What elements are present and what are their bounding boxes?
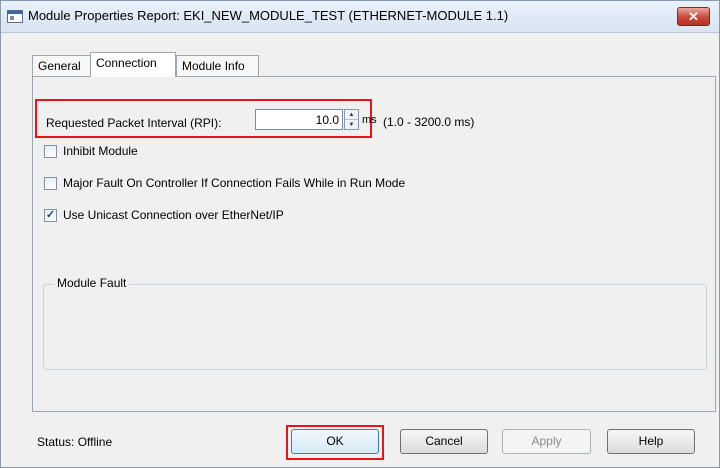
tab-connection[interactable]: Connection — [90, 52, 176, 77]
tab-general[interactable]: General — [32, 55, 91, 77]
spin-down-icon[interactable]: ▼ — [345, 120, 358, 130]
rpi-label: Requested Packet Interval (RPI): — [46, 116, 222, 130]
tab-general-label: General — [38, 59, 81, 73]
unicast-connection-label: Use Unicast Connection over EtherNet/IP — [63, 208, 284, 222]
module-window-icon — [7, 10, 23, 23]
checkmark-icon: ✓ — [45, 209, 56, 221]
inhibit-module-label: Inhibit Module — [63, 144, 138, 158]
tab-module-info[interactable]: Module Info — [176, 55, 259, 77]
rpi-input[interactable] — [255, 109, 343, 130]
ok-button[interactable]: OK — [291, 429, 379, 454]
cancel-button[interactable]: Cancel — [400, 429, 488, 454]
tab-connection-label: Connection — [96, 56, 157, 70]
apply-button[interactable]: Apply — [502, 429, 591, 454]
tab-module-info-label: Module Info — [182, 59, 245, 73]
major-fault-label: Major Fault On Controller If Connection … — [63, 176, 406, 190]
module-fault-group — [43, 284, 707, 370]
module-fault-label: Module Fault — [54, 276, 130, 290]
close-button[interactable]: ✕ — [677, 7, 710, 26]
status-text: Status: Offline — [37, 435, 113, 449]
help-button[interactable]: Help — [607, 429, 695, 454]
window-title: Module Properties Report: EKI_NEW_MODULE… — [28, 8, 509, 23]
rpi-spinner[interactable]: ▲ ▼ — [344, 109, 359, 130]
unicast-connection-checkbox[interactable]: ✓ — [44, 209, 57, 222]
title-bar[interactable]: Module Properties Report: EKI_NEW_MODULE… — [1, 1, 719, 33]
rpi-unit: ms — [362, 114, 377, 126]
inhibit-module-checkbox[interactable] — [44, 145, 57, 158]
major-fault-checkbox[interactable] — [44, 177, 57, 190]
module-properties-dialog: Module Properties Report: EKI_NEW_MODULE… — [0, 0, 720, 468]
close-icon: ✕ — [688, 9, 699, 24]
spin-up-icon[interactable]: ▲ — [345, 110, 358, 120]
rpi-range: (1.0 - 3200.0 ms) — [383, 115, 475, 129]
